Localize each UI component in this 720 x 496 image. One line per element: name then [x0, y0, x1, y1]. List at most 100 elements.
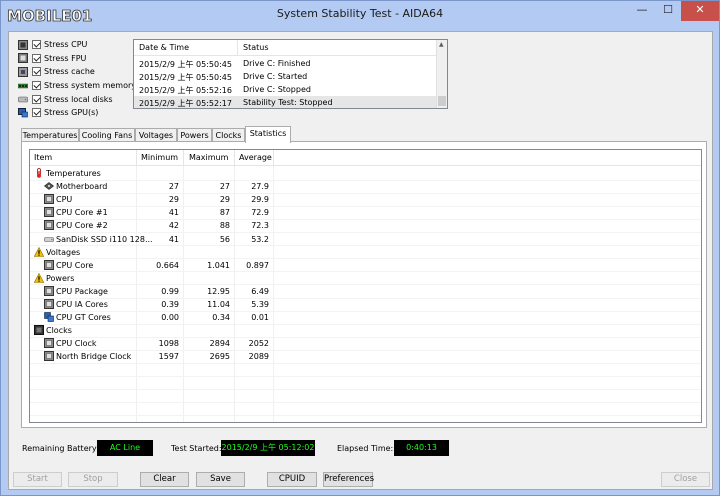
- elapsed-time-value: 0:40:13: [394, 440, 449, 456]
- log-header-datetime[interactable]: Date & Time: [139, 43, 189, 52]
- col-item[interactable]: Item: [34, 153, 52, 162]
- close-button[interactable]: Close: [661, 472, 710, 487]
- log-status: Drive C: Stopped: [243, 85, 311, 94]
- log-status: Stability Test: Stopped: [243, 98, 333, 107]
- stat-item-row[interactable]: CPU Package 0.99 12.95 6.49: [30, 285, 701, 298]
- log-datetime: 2015/2/9 上午 05:52:16: [139, 86, 232, 95]
- tab-powers[interactable]: Powers: [177, 128, 212, 142]
- warning-icon: [33, 246, 45, 257]
- save-button[interactable]: Save: [196, 472, 245, 487]
- start-button[interactable]: Start: [13, 472, 62, 487]
- grid-row-line: [30, 389, 701, 391]
- scroll-up-arrow-icon[interactable]: ▲: [439, 41, 444, 48]
- cpu-chip-icon: [18, 39, 28, 50]
- stat-group-row[interactable]: Temperatures: [30, 167, 701, 180]
- stat-item-row[interactable]: CPU Clock 1098 2894 2052: [30, 337, 701, 350]
- stop-button[interactable]: Stop: [68, 472, 118, 487]
- remaining-battery-value: AC Line: [97, 440, 153, 456]
- log-row-selected[interactable]: 2015/2/9 上午 05:52:17 Stability Test: Sto…: [134, 96, 437, 108]
- log-header: Date & Time Status: [134, 40, 437, 56]
- stress-memory-checkbox[interactable]: [32, 81, 41, 91]
- stat-item-row[interactable]: CPU Core 0.664 1.041 0.897: [30, 259, 701, 272]
- client-area: Stress CPU Stress FPU Stress cache Stres…: [8, 31, 713, 490]
- title-bar[interactable]: MOBILE01 System Stability Test - AIDA64 …: [1, 1, 719, 29]
- clear-button[interactable]: Clear: [140, 472, 189, 487]
- stat-min: 0.39: [161, 300, 179, 309]
- log-row[interactable]: 2015/2/9 上午 05:52:16 Drive C: Stopped: [134, 83, 437, 96]
- event-log[interactable]: Date & Time Status 2015/2/9 上午 05:50:45 …: [133, 39, 448, 109]
- stress-cpu-checkbox[interactable]: [32, 40, 41, 50]
- log-column-separator: [237, 40, 238, 56]
- stat-item-row[interactable]: Motherboard 27 27 27.9: [30, 180, 701, 193]
- tab-statistics[interactable]: Statistics: [245, 126, 291, 143]
- stress-cache-label: Stress cache: [44, 67, 95, 77]
- log-scroll-thumb[interactable]: [438, 96, 446, 106]
- cpuid-button[interactable]: CPUID: [267, 472, 317, 487]
- stat-max: 12.95: [207, 286, 230, 296]
- col-average[interactable]: Average: [239, 153, 272, 162]
- stat-avg: 6.49: [251, 286, 269, 296]
- log-datetime: 2015/2/9 上午 05:50:45: [139, 60, 232, 69]
- stat-name: CPU Clock: [56, 339, 97, 349]
- stat-max: 2894: [209, 339, 230, 349]
- stat-min: 0.00: [161, 313, 179, 323]
- stat-name: CPU: [56, 195, 73, 205]
- stat-min: 27: [168, 182, 179, 192]
- col-separator: [273, 150, 274, 166]
- stat-item-row[interactable]: SanDisk SSD i110 128... 41 56 53.2: [30, 233, 701, 246]
- stat-item-row[interactable]: CPU GT Cores 0.00 0.34 0.01: [30, 311, 701, 324]
- stress-disks-label: Stress local disks: [44, 94, 113, 104]
- tab-clocks[interactable]: Clocks: [212, 128, 245, 142]
- stress-memory-option[interactable]: Stress system memory: [18, 79, 137, 93]
- log-row[interactable]: 2015/2/9 上午 05:50:45 Drive C: Finished: [134, 57, 437, 70]
- hard-disk-icon: [18, 96, 28, 103]
- col-maximum[interactable]: Maximum: [189, 153, 228, 162]
- stat-min: 1098: [158, 339, 179, 349]
- stress-fpu-checkbox[interactable]: [32, 53, 41, 63]
- stat-max: 2695: [209, 352, 230, 362]
- stat-group-row[interactable]: Clocks: [30, 324, 701, 337]
- stat-name: CPU GT Cores: [56, 313, 111, 323]
- statistics-table[interactable]: Item Minimum Maximum Average Temperature…: [29, 149, 702, 423]
- stress-cache-option[interactable]: Stress cache: [18, 65, 133, 79]
- thermometer-icon: [34, 168, 44, 178]
- stress-fpu-option[interactable]: Stress FPU: [18, 52, 133, 66]
- stress-disks-option[interactable]: Stress local disks: [18, 92, 133, 106]
- stat-max: 11.04: [207, 300, 230, 309]
- stress-gpu-option[interactable]: Stress GPU(s): [18, 106, 133, 120]
- stat-name: Clocks: [46, 326, 72, 336]
- stat-item-row[interactable]: North Bridge Clock 1597 2695 2089: [30, 350, 701, 363]
- log-header-status[interactable]: Status: [243, 43, 269, 52]
- stat-group-row[interactable]: Voltages: [30, 246, 701, 259]
- stress-gpu-checkbox[interactable]: [32, 108, 41, 118]
- stress-disks-checkbox[interactable]: [32, 94, 41, 104]
- tab-temperatures[interactable]: Temperatures: [21, 128, 79, 142]
- stat-item-row[interactable]: CPU IA Cores 0.39 11.04 5.39: [30, 298, 701, 311]
- stress-cache-checkbox[interactable]: [32, 67, 41, 77]
- stat-name: CPU Core #1: [56, 208, 108, 218]
- cpu-icon: [44, 285, 54, 296]
- log-row[interactable]: 2015/2/9 上午 05:50:45 Drive C: Started: [134, 70, 437, 83]
- cpu-icon: [44, 299, 54, 309]
- statistics-panel: Item Minimum Maximum Average Temperature…: [21, 141, 707, 428]
- tab-cooling-fans[interactable]: Cooling Fans: [79, 128, 135, 142]
- close-window-button[interactable]: ✕: [681, 1, 719, 21]
- minimize-button[interactable]: —: [629, 1, 655, 21]
- stat-item-row[interactable]: CPU Core #1 41 87 72.9: [30, 206, 701, 219]
- preferences-button[interactable]: Preferences: [323, 472, 374, 487]
- stat-item-row[interactable]: CPU 29 29 29.9: [30, 193, 701, 206]
- gpu-icon: [44, 312, 54, 322]
- cpu-icon: [44, 259, 54, 270]
- maximize-button[interactable]: ☐: [655, 1, 681, 21]
- stress-memory-label: Stress system memory: [44, 81, 137, 91]
- col-minimum[interactable]: Minimum: [141, 153, 178, 162]
- stress-cpu-option[interactable]: Stress CPU: [18, 38, 133, 52]
- cpu-icon: [44, 207, 54, 218]
- window-title: System Stability Test - AIDA64: [276, 7, 444, 20]
- log-scrollbar[interactable]: ▲: [436, 40, 447, 108]
- stat-item-row[interactable]: CPU Core #2 42 88 72.3: [30, 219, 701, 232]
- stat-group-row[interactable]: Powers: [30, 272, 701, 285]
- tab-voltages[interactable]: Voltages: [135, 128, 177, 142]
- test-started-value: 2015/2/9 上午 05:12:02: [221, 440, 315, 456]
- stat-max: 87: [219, 208, 230, 218]
